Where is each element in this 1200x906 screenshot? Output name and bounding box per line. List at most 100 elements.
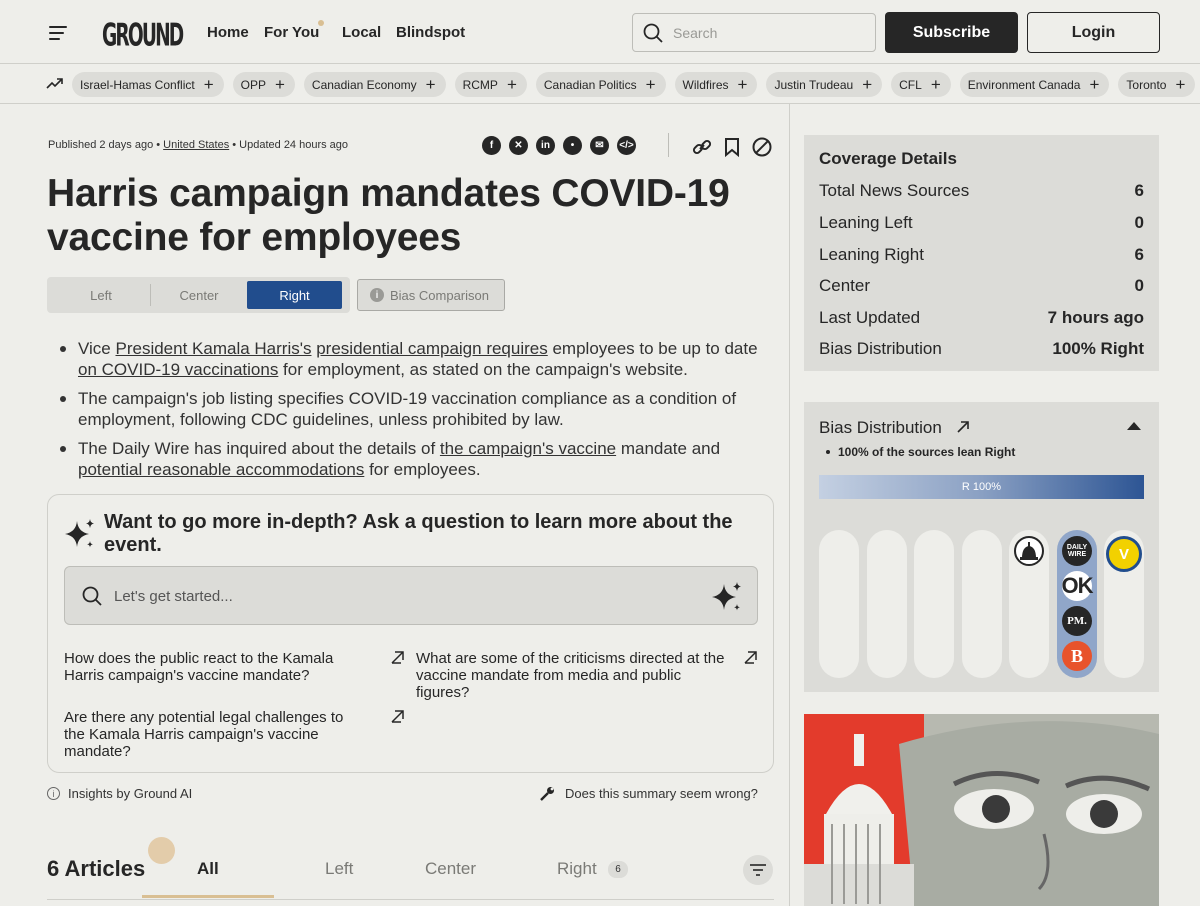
published-time: Published 2 days ago <box>48 139 154 151</box>
topic-label: Toronto <box>1126 77 1167 92</box>
plus-icon[interactable]: + <box>862 76 872 93</box>
bias-title-label: Bias Distribution <box>819 418 942 437</box>
arrow-up-right-icon[interactable] <box>744 651 757 664</box>
text: employees to be up to date <box>547 339 758 358</box>
plus-icon[interactable]: + <box>426 76 436 93</box>
topic-chip[interactable]: Wildfires + <box>674 72 758 97</box>
active-tab-indicator <box>142 895 274 898</box>
row-label: Leaning Left <box>819 213 913 232</box>
search-input[interactable] <box>673 14 868 51</box>
plus-icon[interactable]: + <box>646 76 656 93</box>
plus-icon[interactable]: + <box>507 76 517 93</box>
insights-label: Insights by Ground AI <box>68 786 193 801</box>
nav-blindspot[interactable]: Blindspot <box>396 24 465 41</box>
topic-label: Justin Trudeau <box>774 77 854 92</box>
nav-for-you[interactable]: For You <box>264 24 319 41</box>
sparkle-icon[interactable] <box>710 580 744 614</box>
breitbart-source-icon[interactable]: B <box>1062 641 1092 671</box>
text-link[interactable]: President Kamala Harris's <box>116 339 312 358</box>
divider <box>668 133 669 157</box>
report-summary-link[interactable]: Does this summary seem wrong? <box>540 786 758 801</box>
text-link[interactable]: presidential campaign requires <box>316 339 548 358</box>
plus-icon[interactable]: + <box>738 76 748 93</box>
bookmark-icon[interactable] <box>724 137 740 157</box>
topic-chip[interactable]: RCMP + <box>454 72 527 97</box>
topic-chip[interactable]: CFL + <box>891 72 951 97</box>
ok-source-icon[interactable]: OK <box>1062 571 1094 601</box>
nav-local[interactable]: Local <box>342 24 381 41</box>
suggested-question[interactable]: Are there any potential legal challenges… <box>64 709 364 760</box>
linkedin-icon[interactable]: in <box>536 136 555 155</box>
embed-icon[interactable]: </> <box>617 136 636 155</box>
v-source-icon[interactable]: V <box>1106 536 1142 572</box>
text-link[interactable]: potential reasonable accommodations <box>78 460 364 479</box>
coverage-row: Leaning Left 0 <box>819 213 1144 233</box>
topic-label: Israel-Hamas Conflict <box>80 77 195 92</box>
arrow-up-right-icon[interactable] <box>391 651 404 664</box>
facebook-icon[interactable]: f <box>482 136 501 155</box>
nav-home[interactable]: Home <box>207 24 249 41</box>
row-value: 7 hours ago <box>1047 308 1144 327</box>
row-label: Last Updated <box>819 308 921 327</box>
arrow-up-right-icon[interactable] <box>391 710 404 723</box>
tab-right[interactable]: Right <box>557 859 597 879</box>
tab-center[interactable]: Center <box>425 859 476 879</box>
tab-all[interactable]: All <box>197 859 219 879</box>
topic-chip[interactable]: OPP + <box>232 72 295 97</box>
row-value: 100% Right <box>1052 339 1144 358</box>
text-link[interactable]: on COVID-19 vaccinations <box>78 360 278 379</box>
topic-chip[interactable]: Israel-Hamas Conflict + <box>72 72 224 97</box>
suggested-question[interactable]: What are some of the criticisms directed… <box>416 650 736 701</box>
pm-source-icon[interactable]: PM. <box>1062 606 1092 636</box>
segment-center[interactable]: Center <box>151 281 247 309</box>
plus-icon[interactable]: + <box>204 76 214 93</box>
topic-label: RCMP <box>462 77 498 92</box>
login-button[interactable]: Login <box>1027 12 1160 53</box>
reddit-icon[interactable]: • <box>563 136 582 155</box>
email-icon[interactable]: ✉ <box>590 136 609 155</box>
search-box[interactable] <box>632 13 876 52</box>
block-icon[interactable] <box>752 137 772 157</box>
row-label: Center <box>819 276 871 295</box>
coverage-row: Leaning Right 6 <box>819 245 1144 265</box>
filter-button[interactable] <box>743 855 773 885</box>
bias-comparison-button[interactable]: i Bias Comparison <box>357 279 505 311</box>
coverage-title: Coverage Details <box>819 149 957 168</box>
articles-count: 6 Articles <box>47 856 146 881</box>
ask-input[interactable]: Let's get started... <box>64 566 758 625</box>
daily-wire-source-icon[interactable]: DAILY WIRE <box>1062 536 1092 566</box>
arrow-up-right-icon <box>956 421 969 433</box>
info-icon: i <box>47 787 60 800</box>
bias-column <box>914 530 954 678</box>
row-label: Total News Sources <box>819 181 970 200</box>
menu-icon[interactable] <box>49 26 67 40</box>
plus-icon[interactable]: + <box>1175 76 1185 93</box>
topic-chip[interactable]: Canadian Economy + <box>303 72 446 97</box>
plus-icon[interactable]: + <box>931 76 941 93</box>
chevron-up-icon[interactable] <box>1127 421 1141 430</box>
row-value: 0 <box>1134 276 1144 295</box>
segment-right[interactable]: Right <box>247 281 342 309</box>
location-link[interactable]: United States <box>163 139 229 151</box>
row-value: 6 <box>1134 245 1144 264</box>
topic-chip[interactable]: Canadian Politics + <box>535 72 666 97</box>
bias-title[interactable]: Bias Distribution <box>819 418 969 438</box>
topic-chip[interactable]: Justin Trudeau + <box>766 72 883 97</box>
coverage-row: Bias Distribution 100% Right <box>819 339 1144 359</box>
article-title: Harris campaign mandates COVID-19 vaccin… <box>47 172 730 259</box>
logo[interactable]: GROUND <box>102 17 184 54</box>
row-value: 6 <box>1134 181 1144 200</box>
text-link[interactable]: the campaign's vaccine <box>440 439 616 458</box>
tab-left[interactable]: Left <box>325 859 353 879</box>
subscribe-button[interactable]: Subscribe <box>885 12 1018 53</box>
plus-icon[interactable]: + <box>275 76 285 93</box>
capitol-source-icon[interactable] <box>1014 536 1044 566</box>
segment-left[interactable]: Left <box>51 281 151 309</box>
topic-chip[interactable]: Environment Canada + <box>959 72 1110 97</box>
topic-chip[interactable]: Toronto + <box>1118 72 1196 97</box>
bias-column <box>819 530 859 678</box>
plus-icon[interactable]: + <box>1089 76 1099 93</box>
suggested-question[interactable]: How does the public react to the Kamala … <box>64 650 364 684</box>
link-icon[interactable] <box>692 137 712 157</box>
x-icon[interactable]: ✕ <box>509 136 528 155</box>
